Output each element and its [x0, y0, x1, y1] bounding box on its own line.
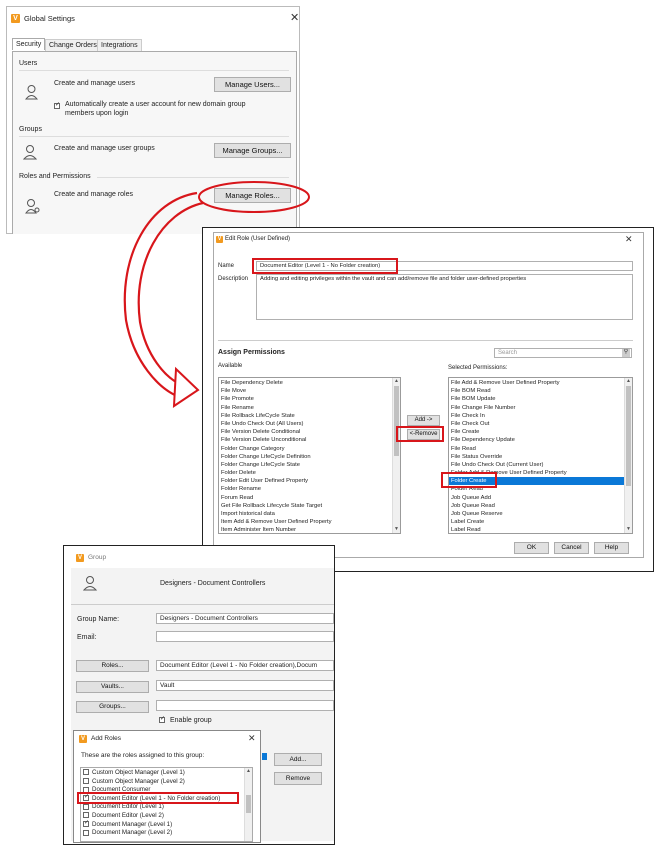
curved-arrow-icon: [123, 181, 310, 408]
